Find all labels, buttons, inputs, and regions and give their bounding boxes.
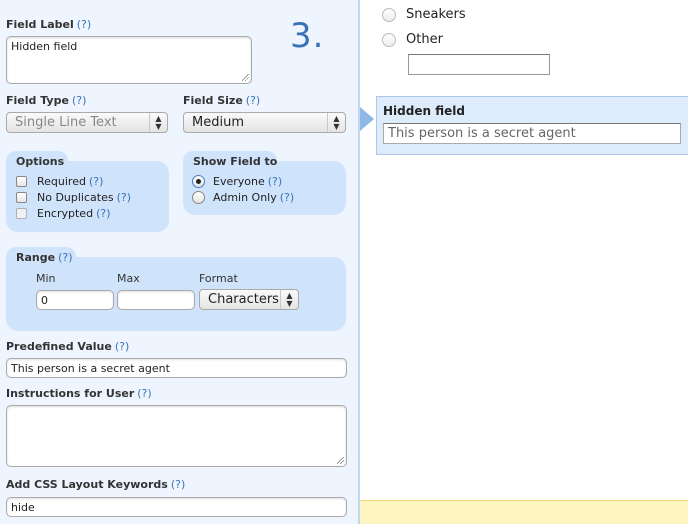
other-label: Other [406, 32, 443, 47]
range-min-value: 0 [41, 294, 48, 307]
field-type-text: Field Type [6, 94, 69, 107]
option-encrypted[interactable]: Encrypted (?) [16, 207, 110, 220]
instructions-heading: Instructions for User (?) [6, 387, 152, 400]
show-field-title: Show Field to [193, 155, 278, 168]
predefined-value-help-link[interactable]: (?) [115, 340, 129, 353]
other-text-input[interactable] [408, 54, 550, 75]
everyone-label: Everyone [213, 175, 265, 188]
encrypted-label: Encrypted [37, 207, 94, 220]
admin-only-help-link[interactable]: (?) [280, 191, 294, 204]
range-format-selected: Characters [208, 292, 279, 307]
encrypted-help-link[interactable]: (?) [96, 207, 110, 220]
sneakers-radio[interactable] [382, 7, 396, 22]
predefined-value-text: Predefined Value [6, 340, 112, 353]
other-radio[interactable] [382, 32, 396, 47]
show-admin-only-option[interactable]: Admin Only (?) [192, 191, 294, 204]
show-field-group [183, 161, 346, 215]
required-label: Required [37, 175, 86, 188]
instructions-textarea[interactable] [6, 405, 347, 467]
selected-field-title: Hidden field [383, 104, 465, 118]
range-min-input[interactable]: 0 [36, 290, 114, 310]
selected-field-preview[interactable]: Hidden field This person is a secret age… [376, 96, 688, 155]
range-format-label: Format [199, 272, 238, 285]
everyone-radio[interactable] [192, 175, 205, 188]
resize-grip-icon[interactable] [337, 457, 344, 464]
field-size-heading: Field Size (?) [183, 94, 260, 107]
field-size-selected: Medium [192, 115, 244, 130]
range-max-input[interactable] [117, 290, 195, 310]
sneakers-label: Sneakers [406, 7, 466, 22]
options-title: Options [16, 155, 65, 168]
range-format-select[interactable]: Characters ▲ ▼ [199, 289, 299, 310]
range-title: Range (?) [16, 251, 72, 264]
css-keywords-heading: Add CSS Layout Keywords (?) [6, 478, 185, 491]
footer-bar [360, 500, 688, 524]
field-size-help-link[interactable]: (?) [246, 94, 260, 107]
show-everyone-option[interactable]: Everyone (?) [192, 175, 282, 188]
field-type-heading: Field Type (?) [6, 94, 86, 107]
field-label-text: Field Label [6, 18, 74, 31]
option-no-duplicates[interactable]: No Duplicates (?) [16, 191, 131, 204]
resize-grip-icon[interactable] [242, 74, 249, 81]
field-label-help-link[interactable]: (?) [77, 18, 91, 31]
admin-only-radio[interactable] [192, 191, 205, 204]
range-min-label: Min [36, 272, 56, 285]
css-keywords-input[interactable]: hide [6, 497, 347, 517]
selected-field-value: This person is a secret agent [388, 126, 576, 141]
css-keywords-help-link[interactable]: (?) [171, 478, 185, 491]
field-label-value: Hidden field [11, 40, 78, 53]
predefined-value-heading: Predefined Value (?) [6, 340, 129, 353]
instructions-text: Instructions for User [6, 387, 135, 400]
instructions-help-link[interactable]: (?) [137, 387, 151, 400]
range-title-text: Range [16, 251, 56, 264]
field-label-textarea[interactable]: Hidden field [6, 36, 252, 84]
field-settings-panel: Field Label (?) 3. Hidden field Field Typ… [0, 0, 360, 524]
selected-field-pointer-icon [360, 107, 374, 131]
form-preview-panel: Sneakers Other Hidden field This person … [360, 0, 688, 524]
predefined-value-input[interactable]: This person is a secret agent [6, 358, 347, 378]
selected-field-input[interactable]: This person is a secret agent [383, 123, 681, 144]
range-help-link[interactable]: (?) [58, 251, 72, 264]
preview-option-other[interactable]: Other [382, 32, 443, 47]
encrypted-checkbox[interactable] [16, 208, 27, 219]
field-label-heading: Field Label (?) [6, 18, 91, 31]
no-duplicates-checkbox[interactable] [16, 192, 27, 203]
preview-option-sneakers[interactable]: Sneakers [382, 7, 466, 22]
admin-only-label: Admin Only [213, 191, 277, 204]
no-duplicates-help-link[interactable]: (?) [117, 191, 131, 204]
field-size-select[interactable]: Medium ▲ ▼ [183, 112, 346, 133]
select-arrows-icon: ▲ ▼ [149, 113, 167, 132]
range-max-label: Max [117, 272, 140, 285]
field-type-select[interactable]: Single Line Text ▲ ▼ [6, 112, 168, 133]
field-type-selected: Single Line Text [15, 115, 117, 130]
everyone-help-link[interactable]: (?) [268, 175, 282, 188]
no-duplicates-label: No Duplicates [37, 191, 114, 204]
select-arrows-icon: ▲ ▼ [280, 290, 298, 309]
option-required[interactable]: Required (?) [16, 175, 103, 188]
field-size-text: Field Size [183, 94, 243, 107]
select-arrows-icon: ▲ ▼ [327, 113, 345, 132]
predefined-value-value: This person is a secret agent [11, 362, 170, 375]
required-help-link[interactable]: (?) [89, 175, 103, 188]
field-type-help-link[interactable]: (?) [72, 94, 86, 107]
step-number: 3. [290, 16, 325, 56]
required-checkbox[interactable] [16, 176, 27, 187]
css-keywords-text: Add CSS Layout Keywords [6, 478, 168, 491]
css-keywords-value: hide [11, 501, 35, 514]
